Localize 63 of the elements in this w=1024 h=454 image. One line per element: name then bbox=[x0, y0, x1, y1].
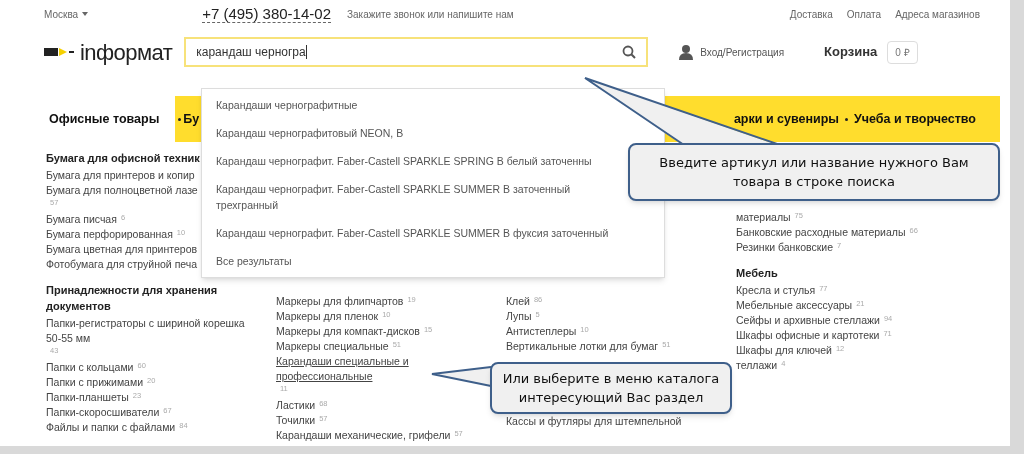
search-field[interactable]: карандаш черногра bbox=[184, 37, 649, 67]
caret-icon bbox=[82, 12, 89, 16]
category-tab[interactable]: арки и сувениры bbox=[731, 109, 841, 129]
category-heading: Бумага для офисной техник bbox=[46, 151, 200, 166]
category-link[interactable]: Лупы bbox=[506, 309, 532, 324]
category-link[interactable]: Точилки bbox=[276, 413, 316, 428]
suggestion-item[interactable]: Карандаш чернографитовый NEON, B bbox=[216, 125, 404, 141]
category-link[interactable]: Папки-планшеты bbox=[46, 390, 129, 405]
city-selector[interactable]: Москва bbox=[44, 6, 89, 22]
all-results-link[interactable]: Все результаты bbox=[216, 255, 292, 267]
pencil-logo-icon bbox=[44, 47, 74, 57]
category-link[interactable]: Ластики bbox=[276, 398, 316, 413]
cart-total: 0 ₽ bbox=[887, 40, 918, 64]
category-link[interactable]: теллажи bbox=[736, 358, 778, 373]
callout-text: Или выберите в меню каталога интересующий Вас раздел bbox=[501, 370, 721, 407]
top-link[interactable]: Доставка bbox=[789, 6, 833, 22]
category-link[interactable]: Вертикальные лотки для бумаг bbox=[506, 339, 659, 354]
category-link[interactable]: Папки-скоросшиватели bbox=[46, 405, 160, 420]
category-tab[interactable]: Учеба и творчество bbox=[852, 109, 978, 129]
category-link[interactable]: Маркеры для пленок bbox=[276, 309, 379, 324]
callback-link[interactable]: Закажите звонок или напишите нам bbox=[347, 6, 514, 22]
category-link[interactable]: Файлы и папки с файлами bbox=[46, 420, 176, 435]
category-link[interactable]: Бумага писчая bbox=[46, 212, 117, 227]
category-link[interactable]: Папки с прижимами bbox=[46, 375, 144, 390]
category-link[interactable]: Сейфы и архивные стеллажи bbox=[736, 313, 880, 328]
category-link[interactable]: Папки с кольцами bbox=[46, 360, 134, 375]
category-link[interactable]: Банковские расходные материалы bbox=[736, 225, 906, 240]
category-link[interactable]: Резинки банковские bbox=[736, 240, 833, 255]
suggestion-item[interactable]: Карандаш чернографит. Faber-Castell SPARKLE SUMMER B фуксия заточенный bbox=[216, 225, 609, 241]
category-link[interactable]: Бумага перфорированная bbox=[46, 227, 173, 242]
category-link[interactable]: Шкафы для ключей bbox=[736, 343, 832, 358]
category-link[interactable]: Карандаши механические, грифели bbox=[276, 428, 451, 443]
category-link[interactable]: Маркеры для компакт-дисков bbox=[276, 324, 420, 339]
category-heading: Мебель bbox=[736, 266, 778, 281]
category-link[interactable]: Бумага цветная для принтеров bbox=[46, 242, 198, 257]
user-icon bbox=[678, 44, 695, 60]
suggestion-item[interactable]: Карандаши чернографитные bbox=[216, 97, 358, 113]
category-link[interactable]: Шкафы офисные и картотеки bbox=[736, 328, 880, 343]
category-link[interactable]: Антистеплеры bbox=[506, 324, 577, 339]
category-link[interactable]: Фотобумага для струйной печа bbox=[46, 257, 198, 272]
category-link[interactable]: Бумага для полноцветной лазе bbox=[46, 183, 198, 198]
category-link[interactable]: материалы bbox=[736, 210, 791, 225]
suggestion-item[interactable]: Карандаш чернографит. Faber-Castell SPARKLE SPRING B белый заточенны bbox=[216, 153, 592, 169]
category-link[interactable]: Бумага для принтеров и копир bbox=[46, 168, 195, 183]
category-link[interactable]: Кассы и футляры для штемпельной bbox=[506, 414, 682, 429]
search-icon[interactable] bbox=[622, 45, 637, 59]
callout-text: Введите артикул или название нужного Вам товара в строке поиска bbox=[658, 154, 970, 191]
cart-label[interactable]: Корзина bbox=[824, 42, 878, 62]
top-link[interactable]: Оплата bbox=[846, 6, 882, 22]
suggestion-item[interactable]: Карандаш чернографит. Faber-Castell SPARKLE SUMMER B заточенный трехгранный bbox=[216, 181, 616, 213]
category-tab[interactable]: Офисные товары bbox=[33, 96, 176, 142]
category-link[interactable]: Папки-регистраторы с шириной корешка 50-55 мм bbox=[46, 316, 256, 346]
category-heading: Принадлежности для хранения документов bbox=[46, 283, 219, 314]
category-link[interactable]: Клей bbox=[506, 294, 530, 309]
phone-number[interactable]: +7 (495) 380-14-02 bbox=[202, 5, 331, 23]
category-link[interactable]: Маркеры специальные bbox=[276, 339, 389, 354]
category-link[interactable]: Маркеры для флипчартов bbox=[276, 294, 404, 309]
category-link[interactable]: Мебельные аксессуары bbox=[736, 298, 853, 313]
category-link[interactable]: Кресла и стулья bbox=[736, 283, 816, 298]
login-link[interactable]: Вход/Регистрация bbox=[700, 44, 785, 60]
category-tab[interactable]: Бу bbox=[181, 109, 202, 129]
logo-text: inформат bbox=[80, 38, 173, 67]
top-link[interactable]: Адреса магазинов bbox=[895, 6, 980, 22]
